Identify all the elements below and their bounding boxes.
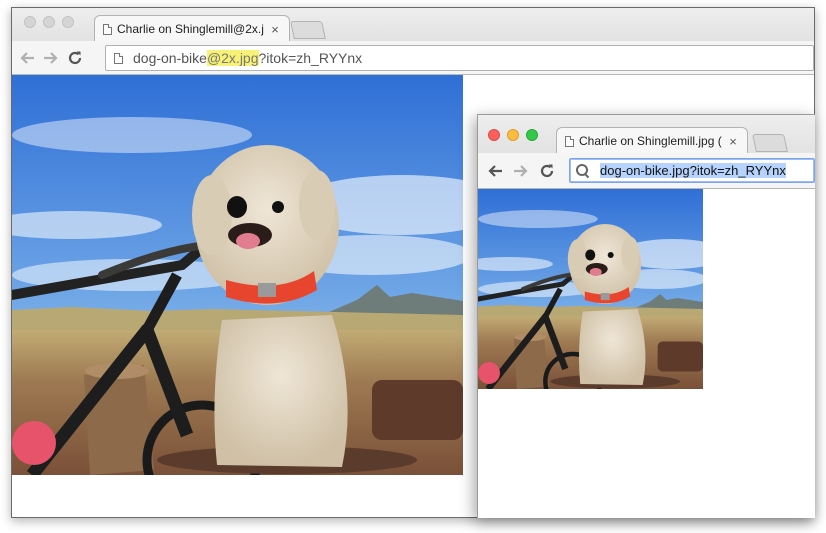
tab-charlie-2x[interactable]: Charlie on Shinglemill@2x.j × xyxy=(94,15,290,42)
tab-strip: Charlie on Shinglemill@2x.j × xyxy=(12,8,814,42)
minimize-window-button[interactable] xyxy=(507,129,519,141)
url-highlight: @2x.jpg xyxy=(206,50,259,66)
minimize-window-button[interactable] xyxy=(43,16,55,28)
tab-title: Charlie on Shinglemill.jpg ( xyxy=(579,134,722,148)
address-bar[interactable]: dog-on-bike@2x.jpg?itok=zh_RYYnx xyxy=(105,45,814,71)
page-content xyxy=(478,189,815,518)
url-prefix: dog-on-bike xyxy=(133,50,207,66)
tab-title: Charlie on Shinglemill@2x.j xyxy=(117,22,264,36)
close-tab-icon[interactable]: × xyxy=(267,22,283,37)
close-window-button[interactable] xyxy=(24,16,36,28)
reload-icon[interactable] xyxy=(536,153,558,188)
zoom-window-button[interactable] xyxy=(526,129,538,141)
page-icon xyxy=(565,135,574,147)
address-text: dog-on-bike@2x.jpg?itok=zh_RYYnx xyxy=(133,50,362,66)
close-tab-icon[interactable]: × xyxy=(725,134,741,149)
new-tab-button[interactable] xyxy=(752,134,788,152)
toolbar: dog-on-bike.jpg?itok=zh_RYYnx xyxy=(478,153,815,189)
tab-strip: Charlie on Shinglemill.jpg ( × xyxy=(478,115,815,154)
url-selected: dog-on-bike.jpg?itok=zh_RYYnx xyxy=(600,163,786,178)
page-icon xyxy=(103,23,112,35)
page-icon xyxy=(114,52,123,64)
new-tab-button[interactable] xyxy=(290,21,326,39)
toolbar: dog-on-bike@2x.jpg?itok=zh_RYYnx xyxy=(12,41,814,75)
address-bar[interactable]: dog-on-bike.jpg?itok=zh_RYYnx xyxy=(569,158,815,183)
window-controls xyxy=(24,16,74,28)
back-arrow-icon[interactable] xyxy=(16,41,38,74)
back-arrow-icon[interactable] xyxy=(484,153,506,188)
forward-arrow-icon[interactable] xyxy=(510,153,532,188)
forward-arrow-icon[interactable] xyxy=(40,41,62,74)
reload-icon[interactable] xyxy=(64,41,86,74)
tab-charlie-1x[interactable]: Charlie on Shinglemill.jpg ( × xyxy=(556,127,748,154)
window-controls xyxy=(488,129,538,141)
browser-window-1x: Charlie on Shinglemill.jpg ( × dog-on-bi… xyxy=(477,114,815,518)
dog-on-bike-photo-1x xyxy=(478,189,703,389)
dog-on-bike-photo-2x xyxy=(12,75,463,475)
close-window-button[interactable] xyxy=(488,129,500,141)
search-icon xyxy=(576,163,590,178)
zoom-window-button[interactable] xyxy=(62,16,74,28)
url-suffix: ?itok=zh_RYYnx xyxy=(258,50,363,66)
address-text: dog-on-bike.jpg?itok=zh_RYYnx xyxy=(600,163,786,178)
